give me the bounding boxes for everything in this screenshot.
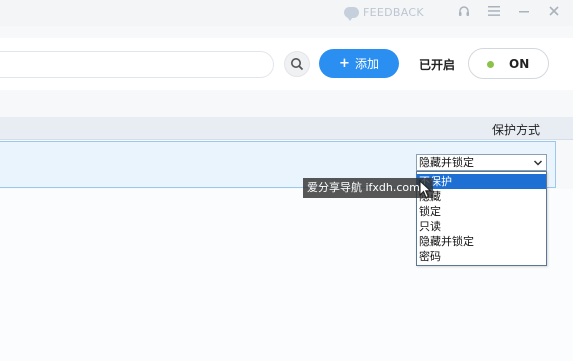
protection-dropdown-list: 不保护 隐藏 锁定 只读 隐藏并锁定 密码 [416,171,547,266]
column-header-protection: 保护方式 [492,123,541,137]
watermark-overlay: 爱分享导航 ifxdh.com [303,178,433,198]
status-label: 已开启 [419,58,456,72]
search-icon [291,58,304,71]
plus-icon: + [339,56,350,71]
option-hide[interactable]: 隐藏 [417,189,546,204]
add-button[interactable]: + 添加 [319,49,399,78]
table-header: 保护方式 [0,117,573,140]
feedback-label: FEEDBACK [363,5,424,19]
search-input[interactable] [0,51,274,78]
chat-bubble-icon [344,6,359,21]
app-window: FEEDBACK + 添加 已开启 ON 保护方式 隐藏并锁定 不保护 锁定 只… [0,0,573,361]
toolbar: + 添加 已开启 ON [0,38,573,90]
option-hide-and-lock[interactable]: 隐藏并锁定 [417,234,546,249]
search-button[interactable] [284,51,310,77]
mouse-cursor-icon [419,180,432,199]
option-read-only[interactable]: 只读 [417,219,546,234]
protection-select-value: 隐藏并锁定 [419,156,474,169]
option-lock[interactable]: 锁定 [417,204,546,219]
toggle-label: ON [509,57,530,71]
protection-select[interactable]: 隐藏并锁定 [416,154,547,171]
menu-icon[interactable] [486,4,502,20]
option-no-protect[interactable]: 不保护 [417,174,546,189]
option-password[interactable]: 密码 [417,249,546,264]
feedback-link[interactable]: FEEDBACK [344,4,424,21]
on-toggle[interactable]: ON [468,48,549,79]
status-dot-icon [487,61,494,68]
add-button-label: 添加 [354,57,379,71]
title-bar: FEEDBACK [0,0,573,26]
close-icon[interactable] [546,4,562,20]
minimize-icon[interactable] [516,4,532,20]
headset-icon[interactable] [456,4,472,20]
